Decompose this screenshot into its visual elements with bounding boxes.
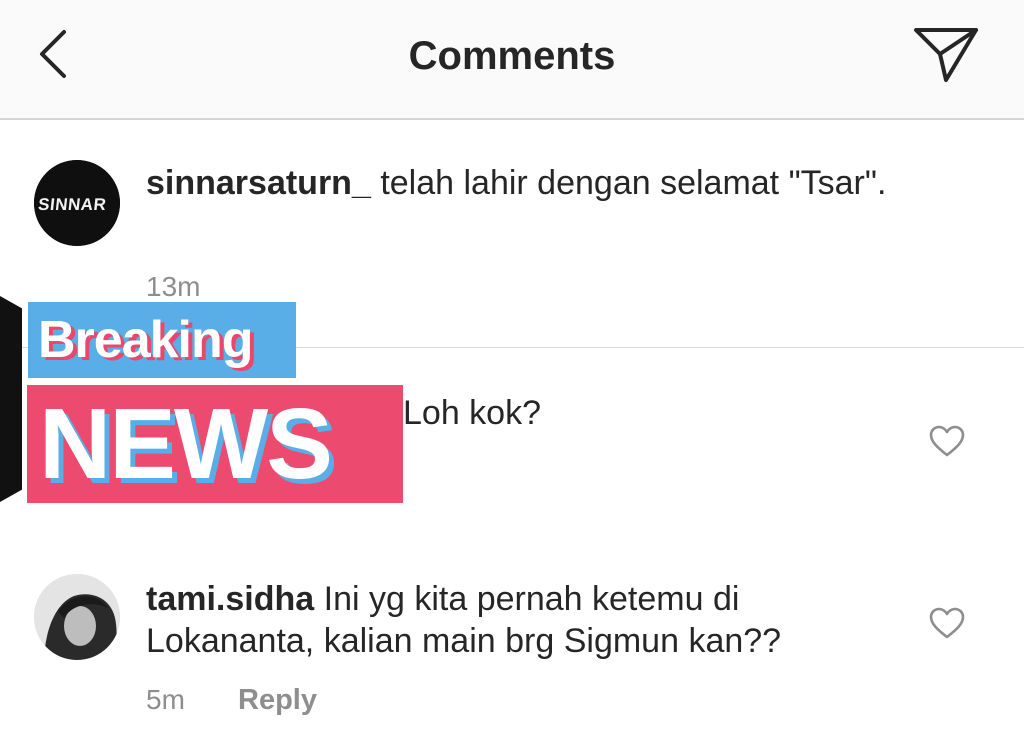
breaking-text: Breaking: [38, 311, 254, 369]
like-button[interactable]: [928, 424, 966, 458]
caption-username[interactable]: sinnarsaturn_: [146, 164, 371, 202]
sticker-bar: [0, 296, 22, 502]
breaking-sticker: Breaking: [28, 302, 296, 378]
reply-button[interactable]: Reply: [238, 684, 317, 717]
comment-username[interactable]: tami.sidha: [146, 580, 314, 618]
header-bar: Comments: [0, 0, 1024, 120]
heart-icon: [929, 607, 965, 639]
comment-text: tami.sidha Ini yg kita pernah ketemu di …: [146, 578, 906, 662]
band-logo-image: SINNAR: [34, 160, 120, 246]
comment-text-loh-kok: Loh kok?: [403, 394, 541, 432]
comment-timestamp: 5m: [146, 684, 185, 715]
paper-plane-icon: [914, 28, 978, 82]
like-button[interactable]: [928, 606, 966, 640]
page-title: Comments: [408, 34, 616, 78]
share-button[interactable]: [910, 24, 982, 86]
svg-text:SINNAR: SINNAR: [37, 195, 107, 214]
caption-timestamp: 13m: [146, 271, 201, 302]
profile-photo-image: [34, 574, 120, 660]
heart-icon: [929, 425, 965, 457]
caption-body: telah lahir dengan selamat "Tsar".: [380, 164, 887, 202]
avatar-sinnarsaturn[interactable]: SINNAR: [34, 160, 120, 246]
news-sticker: NEWS: [27, 385, 403, 503]
news-text: NEWS: [39, 388, 333, 500]
caption-text: sinnarsaturn_ telah lahir dengan selamat…: [146, 162, 906, 204]
avatar-tami-sidha[interactable]: [34, 574, 120, 660]
